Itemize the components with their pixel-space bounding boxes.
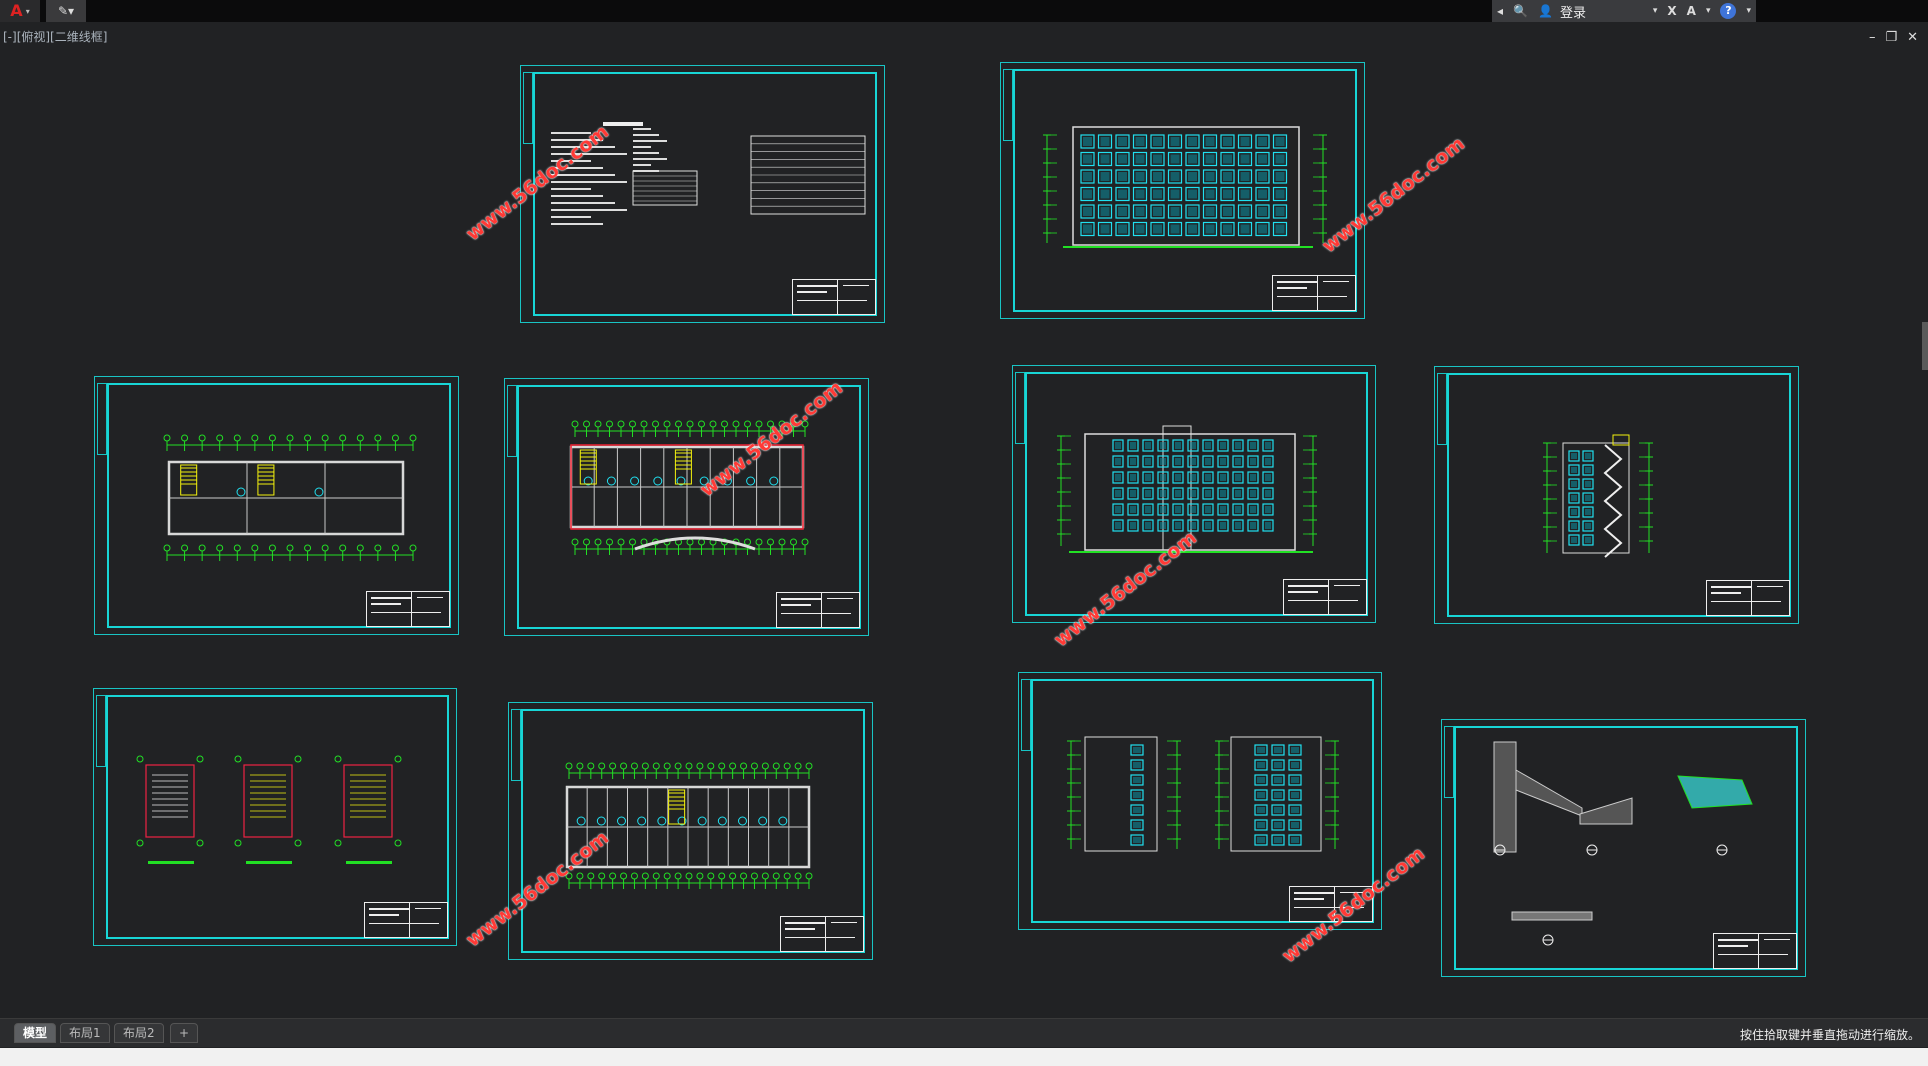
drawing-geometry <box>1543 434 1653 558</box>
sheet-cover <box>520 65 885 323</box>
drawing-geometry <box>136 755 402 864</box>
drawing-geometry <box>1067 736 1339 852</box>
sheet-front-elevation <box>1000 62 1365 319</box>
sheet-details <box>1441 719 1806 977</box>
sign-in-button[interactable]: 登录 <box>1560 2 1586 21</box>
sheet-side-elevations <box>1018 672 1382 930</box>
application-menu-button[interactable]: A ▾ <box>0 0 40 22</box>
drawing-geometry <box>1493 741 1753 946</box>
tab-layout1[interactable]: 布局1 <box>60 1023 110 1043</box>
sheet-stair-plans <box>93 688 457 946</box>
help-icon[interactable]: ? <box>1720 3 1737 19</box>
minimize-icon[interactable]: – <box>1869 30 1876 45</box>
sheet-rear-elevation <box>1012 365 1376 623</box>
drawing-geometry <box>1057 425 1317 553</box>
vertical-scrollbar[interactable] <box>1922 322 1928 370</box>
user-icon: 👤 <box>1537 4 1553 18</box>
top-bar: A ▾ ✎▾ ◂ 🔍 👤 登录 ▾ X A ▾ ? ▾ <box>0 0 1928 22</box>
sheet-section <box>1434 366 1799 624</box>
status-strip <box>0 1048 1928 1066</box>
drawing-geometry <box>551 122 866 225</box>
close-icon[interactable]: ✕ <box>1907 30 1918 45</box>
autocad-logo-icon: A <box>10 1 23 20</box>
drawing-geometry <box>1043 126 1327 248</box>
restore-icon[interactable]: ❐ <box>1885 30 1897 45</box>
collapse-arrow-icon[interactable]: ◂ <box>1492 4 1508 18</box>
quick-access-toolbar-button[interactable]: ✎▾ <box>46 0 86 22</box>
exchange-apps-icon[interactable]: X <box>1662 4 1681 18</box>
add-layout-button[interactable]: + <box>170 1023 199 1043</box>
binoculars-icon[interactable]: 🔍 <box>1508 4 1533 18</box>
layout-tab-bar: 模型 布局1 布局2 + 按住拾取键并垂直拖动进行缩放。 <box>0 1018 1928 1047</box>
drawing-window-controls: – ❐ ✕ <box>1869 30 1918 45</box>
chevron-down-icon[interactable]: ▾ <box>1741 6 1756 16</box>
viewport-controls-label[interactable]: [-][俯视][二维线框] <box>3 28 107 45</box>
status-message: 按住拾取键并垂直拖动进行缩放。 <box>1739 1028 1920 1042</box>
autodesk-a360-icon[interactable]: A <box>1682 4 1701 18</box>
chevron-down-icon: ▾ <box>25 6 30 16</box>
chevron-down-icon[interactable]: ▾ <box>1648 6 1663 16</box>
drawing-geometry <box>565 762 813 889</box>
chevron-down-icon[interactable]: ▾ <box>1701 6 1716 16</box>
tab-layout2[interactable]: 布局2 <box>114 1023 164 1043</box>
sheet-typical-floor <box>508 702 873 960</box>
sheet-ground-floor <box>94 376 459 635</box>
tab-model[interactable]: 模型 <box>14 1023 57 1043</box>
infocenter-toolbar: ◂ 🔍 👤 登录 ▾ X A ▾ ? ▾ <box>1492 0 1756 22</box>
drawing-geometry <box>163 434 417 561</box>
